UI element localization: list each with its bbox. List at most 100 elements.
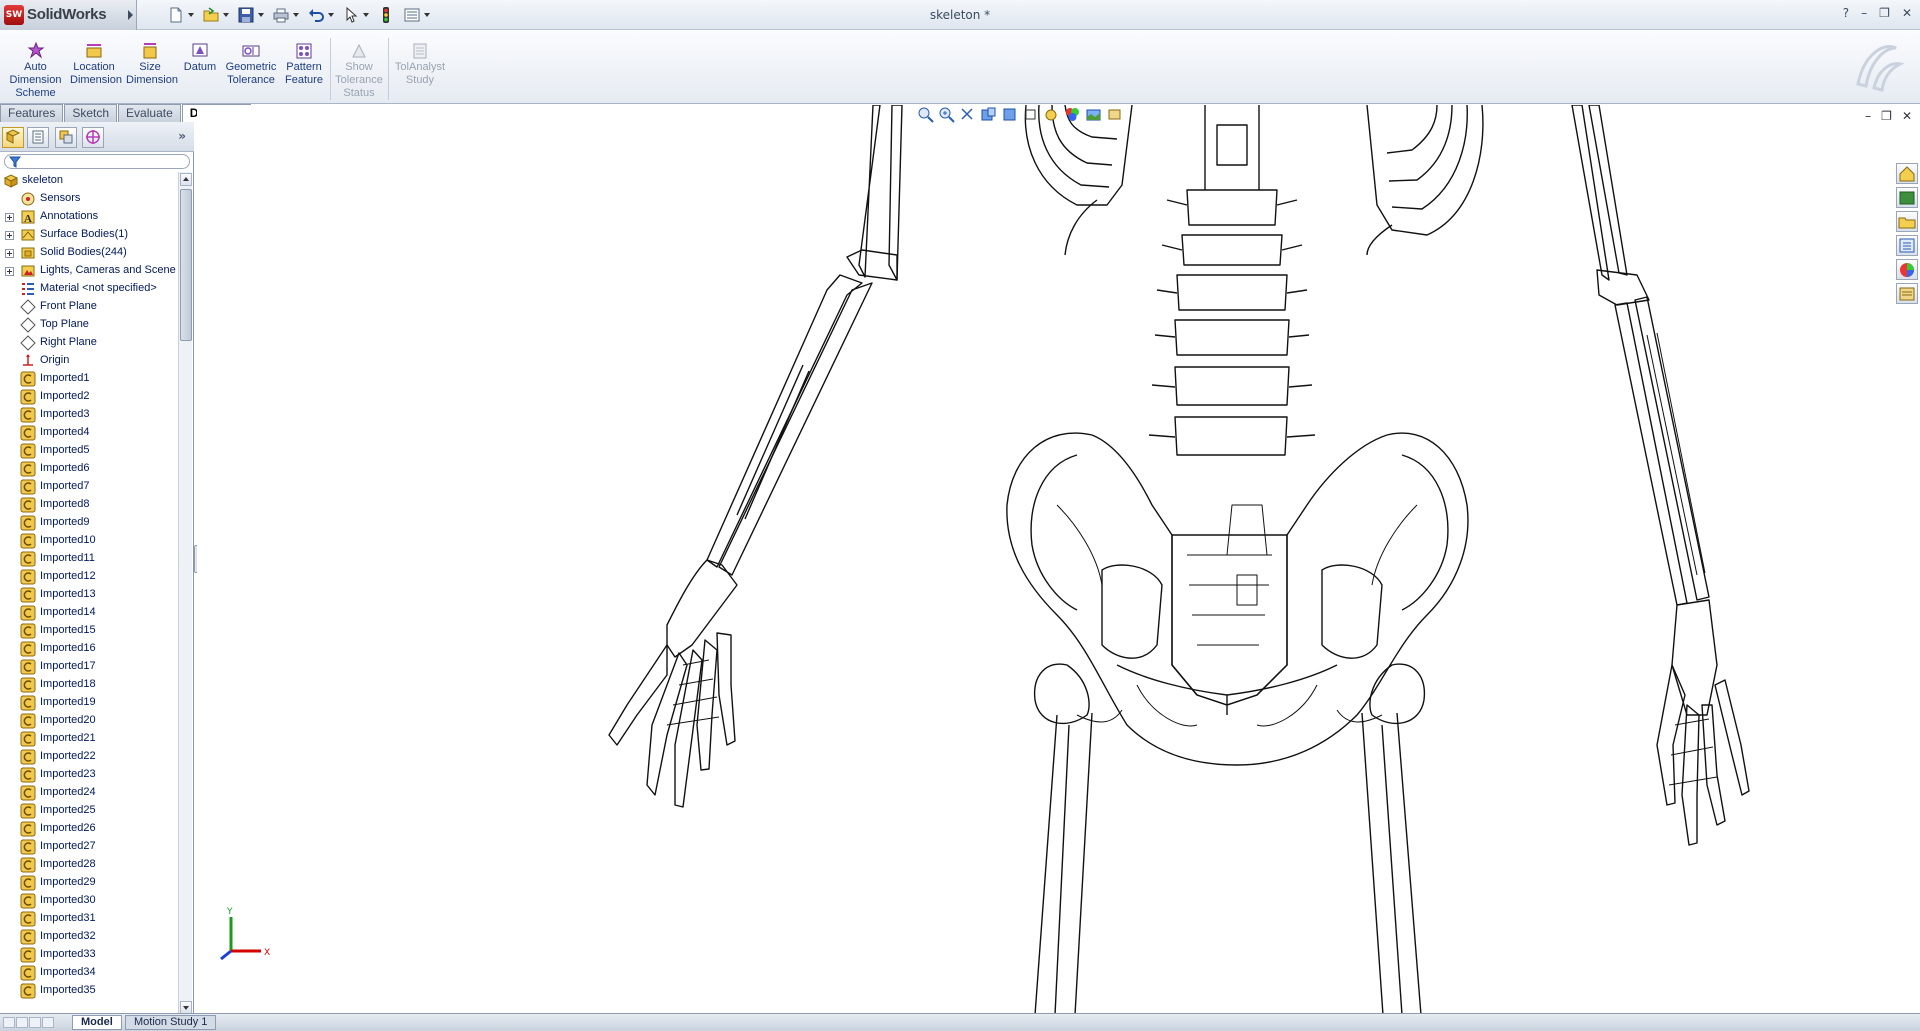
doc-close-button[interactable]: ✕ <box>1902 109 1912 123</box>
zoom-to-fit-icon[interactable] <box>917 106 934 123</box>
tab-sketch[interactable]: Sketch <box>64 104 118 122</box>
feature-filter-input[interactable] <box>4 154 190 169</box>
chevron-down-icon[interactable] <box>328 13 334 17</box>
tree-item[interactable]: Right Plane <box>0 334 177 352</box>
solidworks-menu-button[interactable]: SW SolidWorks <box>0 0 137 30</box>
tree-item[interactable]: Imported34 <box>0 964 177 982</box>
tree-item[interactable]: Imported6 <box>0 460 177 478</box>
file-explorer-icon[interactable] <box>1896 211 1918 232</box>
expand-plus-icon[interactable] <box>5 231 14 240</box>
tab-features[interactable]: Features <box>0 104 64 122</box>
design-library-icon[interactable] <box>1896 187 1918 208</box>
tree-item[interactable]: Imported30 <box>0 892 177 910</box>
options-button[interactable] <box>401 4 432 26</box>
scroll-up-icon[interactable] <box>180 173 192 186</box>
print-button[interactable] <box>270 4 301 26</box>
next-tab-icon[interactable] <box>29 1017 41 1028</box>
last-tab-icon[interactable] <box>42 1017 54 1028</box>
tree-item[interactable]: Imported33 <box>0 946 177 964</box>
zoom-to-area-icon[interactable] <box>938 106 955 123</box>
save-button[interactable] <box>235 4 266 26</box>
help-button[interactable]: ? <box>1843 6 1849 20</box>
apply-scene-icon[interactable] <box>1085 106 1102 123</box>
tree-item[interactable]: Imported1 <box>0 370 177 388</box>
edit-appearance-icon[interactable] <box>1064 106 1081 123</box>
expand-plus-icon[interactable] <box>5 249 14 258</box>
hide-show-items-icon[interactable] <box>1043 106 1060 123</box>
datum-button[interactable]: Datum <box>180 42 220 74</box>
tree-item[interactable]: Imported4 <box>0 424 177 442</box>
show-tolerance-status-button[interactable]: Show Tolerance Status <box>334 42 384 100</box>
tab-motion-study-1[interactable]: Motion Study 1 <box>125 1015 217 1030</box>
location-dimension-button[interactable]: Location Dimension <box>70 42 122 87</box>
tree-item[interactable]: Front Plane <box>0 298 177 316</box>
undo-button[interactable] <box>305 4 336 26</box>
previous-tab-icon[interactable] <box>16 1017 28 1028</box>
chevron-down-icon[interactable] <box>293 13 299 17</box>
expand-panel-button[interactable]: » <box>178 129 186 143</box>
tree-item[interactable]: Imported7 <box>0 478 177 496</box>
tree-item[interactable]: Surface Bodies(1) <box>0 226 177 244</box>
tree-item[interactable]: Imported35 <box>0 982 177 1000</box>
tree-item[interactable]: Solid Bodies(244) <box>0 244 177 262</box>
tree-item[interactable]: Material <not specified> <box>0 280 177 298</box>
tree-item[interactable]: Imported18 <box>0 676 177 694</box>
geometric-tolerance-button[interactable]: Geometric Tolerance <box>224 42 278 87</box>
minimize-button[interactable]: – <box>1861 6 1867 20</box>
tree-root-part[interactable]: skeleton <box>0 172 177 190</box>
view-settings-icon[interactable] <box>1106 106 1123 123</box>
close-button[interactable]: ✕ <box>1902 6 1912 20</box>
chevron-down-icon[interactable] <box>424 13 430 17</box>
tree-item[interactable]: Imported2 <box>0 388 177 406</box>
doc-minimize-button[interactable]: – <box>1865 109 1871 123</box>
tree-item[interactable]: Imported26 <box>0 820 177 838</box>
dimxpert-manager-tab[interactable] <box>82 127 104 148</box>
pattern-feature-button[interactable]: Pattern Feature <box>282 42 326 87</box>
restore-button[interactable]: ❐ <box>1879 6 1890 20</box>
tree-item[interactable]: Imported19 <box>0 694 177 712</box>
configuration-manager-tab[interactable] <box>55 127 77 148</box>
tree-item[interactable]: Imported20 <box>0 712 177 730</box>
solidworks-resources-icon[interactable] <box>1896 163 1918 184</box>
tree-item[interactable]: Imported3 <box>0 406 177 424</box>
auto-dimension-scheme-button[interactable]: Auto Dimension Scheme <box>8 42 63 100</box>
tree-item[interactable]: Origin <box>0 352 177 370</box>
tree-item[interactable]: Imported25 <box>0 802 177 820</box>
view-orientation-icon[interactable] <box>1001 106 1018 123</box>
tree-item[interactable]: A Annotations <box>0 208 177 226</box>
select-button[interactable] <box>340 4 371 26</box>
custom-properties-icon[interactable] <box>1896 283 1918 304</box>
tree-item[interactable]: Imported5 <box>0 442 177 460</box>
tree-item[interactable]: Imported8 <box>0 496 177 514</box>
feature-tree-tab[interactable] <box>2 127 24 148</box>
tree-item[interactable]: Imported11 <box>0 550 177 568</box>
size-dimension-button[interactable]: Size Dimension <box>126 42 178 87</box>
tree-item[interactable]: Imported29 <box>0 874 177 892</box>
new-document-button[interactable] <box>165 4 196 26</box>
section-view-icon[interactable] <box>980 106 997 123</box>
tree-item[interactable]: Imported21 <box>0 730 177 748</box>
tree-item[interactable]: Imported17 <box>0 658 177 676</box>
tab-evaluate[interactable]: Evaluate <box>118 104 181 122</box>
tree-item[interactable]: Imported16 <box>0 640 177 658</box>
scroll-thumb[interactable] <box>180 189 192 341</box>
tree-item[interactable]: Imported23 <box>0 766 177 784</box>
tree-item[interactable]: Top Plane <box>0 316 177 334</box>
tree-item[interactable]: Imported24 <box>0 784 177 802</box>
tree-item[interactable]: Imported13 <box>0 586 177 604</box>
view-palette-icon[interactable] <box>1896 235 1918 256</box>
tree-item[interactable]: Imported10 <box>0 532 177 550</box>
open-button[interactable] <box>200 4 231 26</box>
tree-item[interactable]: Imported22 <box>0 748 177 766</box>
tree-item[interactable]: Imported27 <box>0 838 177 856</box>
first-tab-icon[interactable] <box>3 1017 15 1028</box>
tab-model[interactable]: Model <box>72 1015 122 1030</box>
rebuild-button[interactable] <box>375 4 397 26</box>
expand-plus-icon[interactable] <box>5 267 14 276</box>
doc-restore-button[interactable]: ❐ <box>1881 109 1892 123</box>
tree-item[interactable]: Imported28 <box>0 856 177 874</box>
chevron-down-icon[interactable] <box>188 13 194 17</box>
appearances-scenes-icon[interactable] <box>1896 259 1918 280</box>
tree-item[interactable]: Imported14 <box>0 604 177 622</box>
property-manager-tab[interactable] <box>27 127 49 148</box>
